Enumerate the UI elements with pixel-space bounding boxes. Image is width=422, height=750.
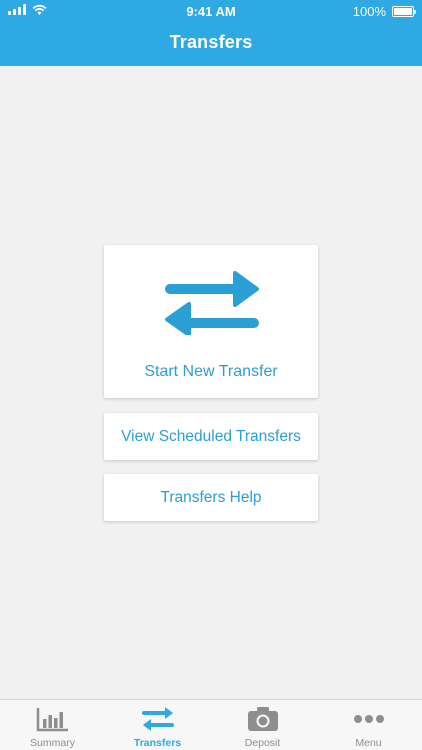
tab-transfers-label: Transfers	[133, 737, 182, 749]
tab-bar: Summary Transfers Deposit Menu	[0, 699, 422, 750]
start-new-transfer-label: Start New Transfer	[144, 363, 278, 380]
battery-percentage: 100%	[352, 4, 386, 19]
transfer-arrows-icon	[142, 707, 174, 731]
status-bar: 9:41 AM 100%	[0, 0, 422, 22]
tab-menu[interactable]: Menu	[316, 700, 421, 750]
chart-icon	[36, 708, 68, 732]
view-scheduled-transfers-button[interactable]: View Scheduled Transfers	[104, 413, 318, 460]
tab-summary[interactable]: Summary	[0, 700, 105, 750]
tab-transfers[interactable]: Transfers	[105, 700, 210, 750]
page-title: Transfers	[169, 32, 253, 52]
tab-menu-label: Menu	[355, 737, 382, 749]
transfers-help-button[interactable]: Transfers Help	[104, 474, 318, 521]
app-header: 9:41 AM 100% Transfers	[0, 0, 422, 66]
tab-deposit[interactable]: Deposit	[210, 700, 315, 750]
more-dots-icon	[354, 715, 384, 723]
start-new-transfer-button[interactable]: Start New Transfer	[104, 245, 318, 398]
tab-deposit-label: Deposit	[244, 737, 281, 749]
tab-summary-label: Summary	[30, 737, 75, 749]
transfer-arrows-icon	[165, 271, 259, 335]
battery-icon	[392, 6, 416, 17]
camera-icon	[248, 707, 278, 731]
battery-status: 100%	[352, 4, 416, 19]
